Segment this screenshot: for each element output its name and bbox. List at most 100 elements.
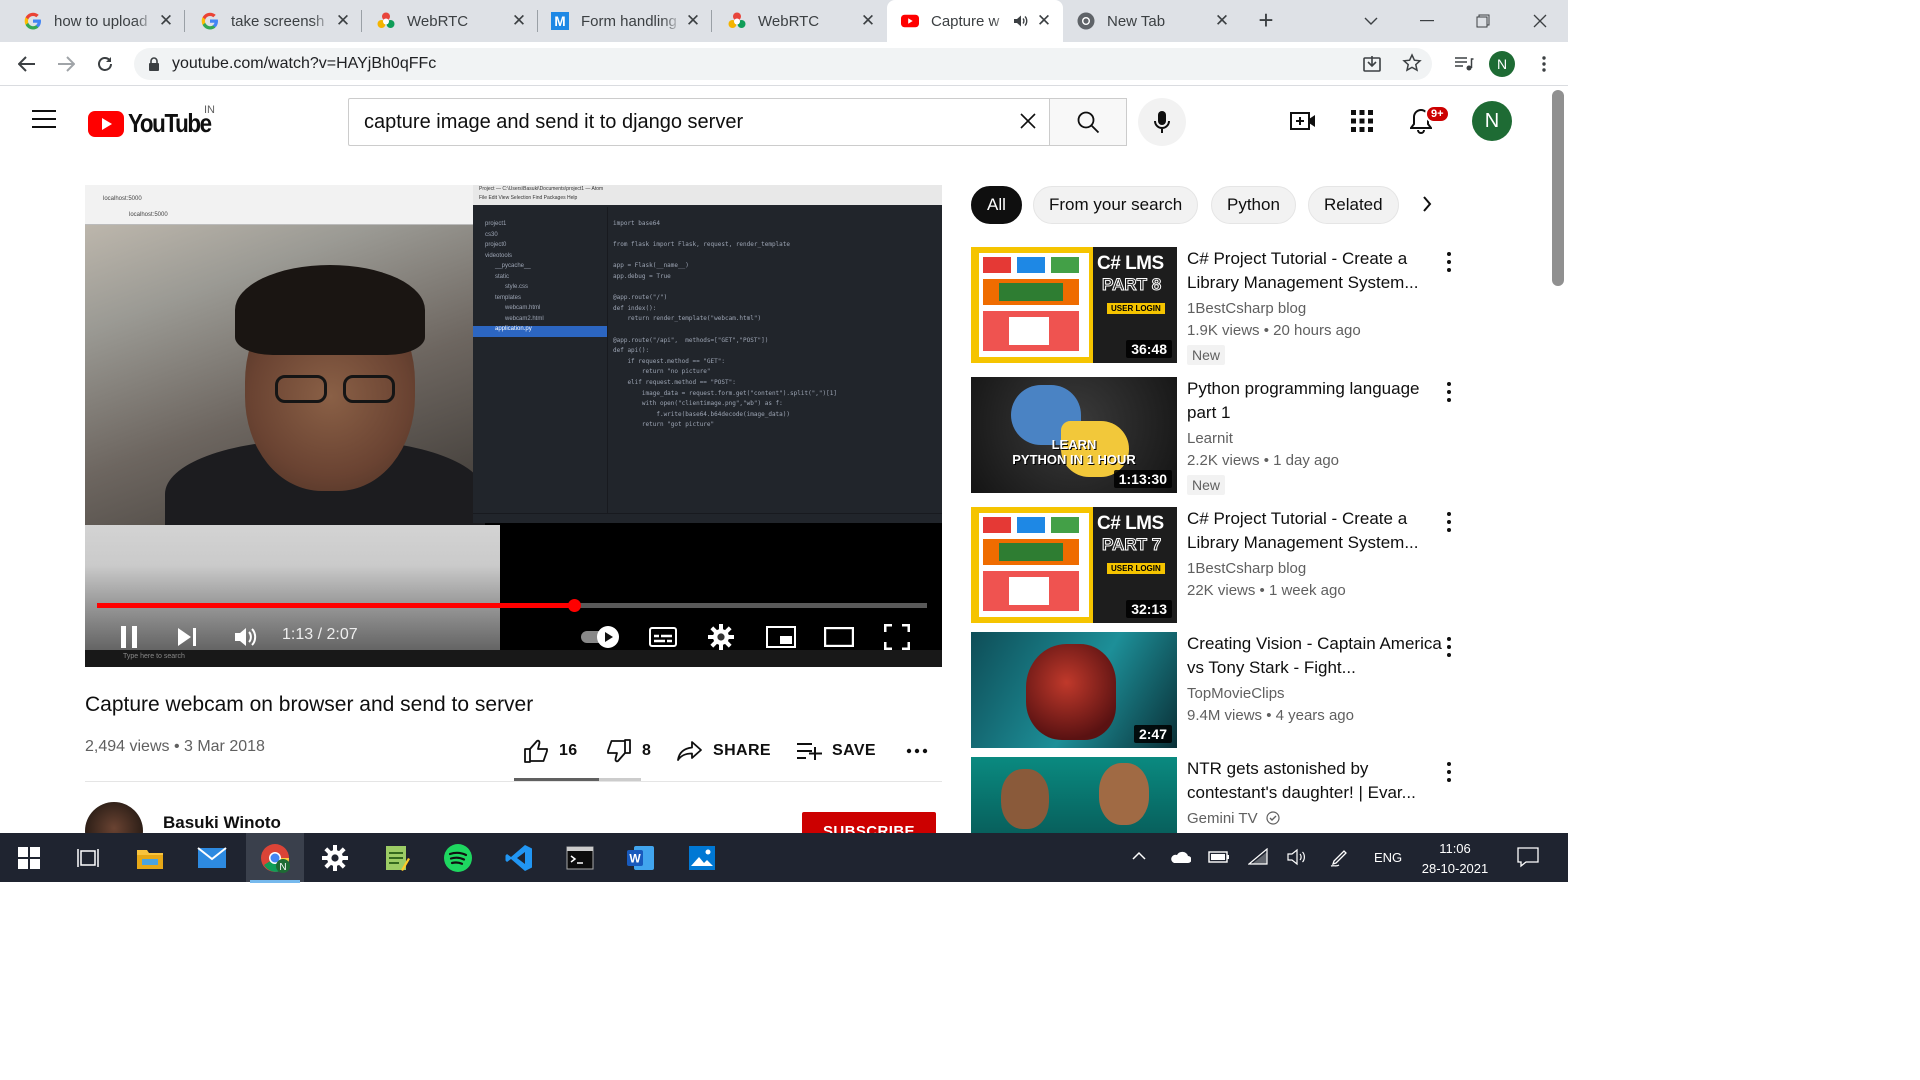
close-icon[interactable]: ✕ (332, 11, 354, 31)
close-icon[interactable]: ✕ (1033, 11, 1055, 31)
recommendation-channel[interactable]: TopMovieClips (1187, 685, 1285, 702)
recommendation-channel[interactable]: 1BestCsharp blog (1187, 300, 1306, 317)
recommendation-title[interactable]: Python programming language part 1 (1187, 377, 1442, 425)
mail-icon[interactable] (195, 841, 229, 875)
address-bar[interactable]: youtube.com/watch?v=HAYjBh0qFFc (134, 48, 1432, 80)
chip-from-your-search[interactable]: From your search (1033, 186, 1199, 224)
wifi-icon[interactable] (1247, 847, 1268, 869)
reload-button[interactable] (91, 50, 119, 78)
close-icon[interactable]: ✕ (1211, 11, 1233, 31)
start-windows-icon[interactable] (12, 841, 46, 875)
more-actions-button[interactable] (906, 738, 938, 764)
vscode-icon[interactable] (502, 841, 536, 875)
recommendation-title[interactable]: Creating Vision - Captain America vs Ton… (1187, 632, 1442, 680)
search-input[interactable]: capture image and send it to django serv… (348, 98, 1050, 146)
miniplayer-button[interactable] (765, 623, 797, 651)
chip-related[interactable]: Related (1308, 186, 1399, 224)
search-button[interactable] (1049, 98, 1127, 146)
input-language[interactable]: ENG (1374, 850, 1402, 865)
close-icon[interactable]: ✕ (857, 11, 879, 31)
lock-icon[interactable] (148, 56, 160, 72)
browser-tab[interactable]: WebRTC ✕ (353, 0, 538, 42)
recommendation-channel[interactable]: Gemini TV (1187, 810, 1280, 827)
minimize-button[interactable] (1399, 0, 1455, 42)
onedrive-cloud-icon[interactable] (1169, 850, 1192, 867)
speaker-icon[interactable] (1287, 848, 1307, 869)
video-thumbnail[interactable]: C# LMS PART 7 USER LOGIN 32:13 (971, 507, 1177, 623)
chrome-taskbar-icon[interactable]: N (250, 841, 300, 883)
volume-button[interactable] (231, 623, 261, 651)
settings-button[interactable] (707, 623, 735, 651)
media-control-icon[interactable] (1450, 50, 1478, 78)
more-vert-icon[interactable] (1443, 249, 1455, 275)
task-view-icon[interactable] (71, 841, 105, 875)
autoplay-toggle[interactable] (579, 623, 623, 651)
more-vert-icon[interactable] (1443, 759, 1455, 785)
browser-tab[interactable]: WebRTC ✕ (704, 0, 887, 42)
file-explorer-icon[interactable] (133, 841, 167, 875)
recommendation-item[interactable]: LEARN PYTHON IN 1 HOUR 1:13:30 Python pr… (971, 377, 1561, 495)
youtube-logo[interactable]: YouTube IN (88, 104, 224, 139)
terminal-icon[interactable] (563, 841, 597, 875)
more-menu-icon[interactable] (1530, 50, 1558, 78)
page-scrollbar[interactable] (1552, 90, 1564, 286)
forward-button[interactable] (52, 50, 80, 78)
progress-bar[interactable] (97, 599, 927, 612)
next-button[interactable] (173, 623, 201, 651)
chevron-right-icon[interactable] (1422, 195, 1432, 218)
browser-tab-active[interactable]: Capture w ✕ (887, 0, 1063, 42)
recommendation-title[interactable]: C# Project Tutorial - Create a Library M… (1187, 507, 1442, 555)
recommendation-item[interactable]: C# LMS PART 7 USER LOGIN 32:13 C# Projec… (971, 507, 1561, 623)
close-icon[interactable]: ✕ (155, 11, 177, 31)
browser-profile-avatar[interactable]: N (1489, 51, 1515, 77)
install-app-icon[interactable] (1362, 54, 1382, 79)
share-button[interactable]: SHARE (677, 738, 771, 764)
more-vert-icon[interactable] (1443, 379, 1455, 405)
fullscreen-button[interactable] (883, 623, 911, 651)
browser-tab[interactable]: take screensh ✕ (177, 0, 362, 42)
battery-icon[interactable] (1208, 850, 1230, 867)
recommendation-title[interactable]: NTR gets astonished by contestant's daug… (1187, 757, 1442, 805)
browser-tab[interactable]: New Tab ✕ (1063, 0, 1241, 42)
recommendation-channel[interactable]: Learnit (1187, 430, 1233, 447)
pen-ink-icon[interactable] (1330, 847, 1350, 870)
recommendation-channel[interactable]: 1BestCsharp blog (1187, 560, 1306, 577)
tab-search-chevron-icon[interactable] (1343, 0, 1399, 42)
word-icon[interactable]: W (624, 841, 658, 875)
account-avatar[interactable]: N (1472, 101, 1512, 141)
subtitles-button[interactable] (648, 623, 678, 651)
browser-tab[interactable]: M Form handling ✕ (527, 0, 712, 42)
system-clock[interactable]: 11:06 28-10-2021 (1412, 839, 1498, 879)
chip-python[interactable]: Python (1211, 186, 1296, 224)
bookmark-star-icon[interactable] (1402, 53, 1422, 78)
restore-button[interactable] (1455, 0, 1511, 42)
video-player[interactable]: localhost:5000 localhost:5000 Project — … (85, 185, 942, 667)
channel-name[interactable]: Basuki Winoto (163, 813, 281, 833)
hamburger-menu-icon[interactable] (32, 110, 56, 133)
save-button[interactable]: SAVE (796, 738, 876, 764)
clear-search-icon[interactable] (1018, 111, 1038, 137)
settings-gear-icon[interactable] (318, 841, 352, 875)
video-thumbnail[interactable]: 2:47 (971, 632, 1177, 748)
voice-search-button[interactable] (1138, 98, 1186, 146)
audio-playing-icon[interactable] (1013, 14, 1029, 28)
notepad-plus-icon[interactable] (380, 841, 414, 875)
new-tab-button[interactable]: + (1252, 4, 1280, 36)
back-button[interactable] (13, 50, 41, 78)
recommendation-item[interactable]: C# LMS PART 8 USER LOGIN 36:48 C# Projec… (971, 247, 1561, 365)
recommendation-item[interactable]: 2:47 Creating Vision - Captain America v… (971, 632, 1561, 748)
pause-button[interactable] (115, 623, 143, 651)
spotify-icon[interactable] (441, 841, 475, 875)
dislike-button[interactable]: 8 (606, 738, 651, 764)
browser-tab[interactable]: how to upload ✕ (0, 0, 185, 42)
photos-icon[interactable] (685, 841, 719, 875)
recommendation-title[interactable]: C# Project Tutorial - Create a Library M… (1187, 247, 1442, 295)
more-vert-icon[interactable] (1443, 634, 1455, 660)
video-thumbnail[interactable]: LEARN PYTHON IN 1 HOUR 1:13:30 (971, 377, 1177, 493)
apps-grid-icon[interactable] (1349, 108, 1375, 134)
video-thumbnail[interactable]: C# LMS PART 8 USER LOGIN 36:48 (971, 247, 1177, 363)
close-icon[interactable]: ✕ (682, 11, 704, 31)
chevron-up-icon[interactable] (1132, 848, 1146, 863)
create-video-icon[interactable] (1290, 108, 1316, 134)
more-vert-icon[interactable] (1443, 509, 1455, 535)
